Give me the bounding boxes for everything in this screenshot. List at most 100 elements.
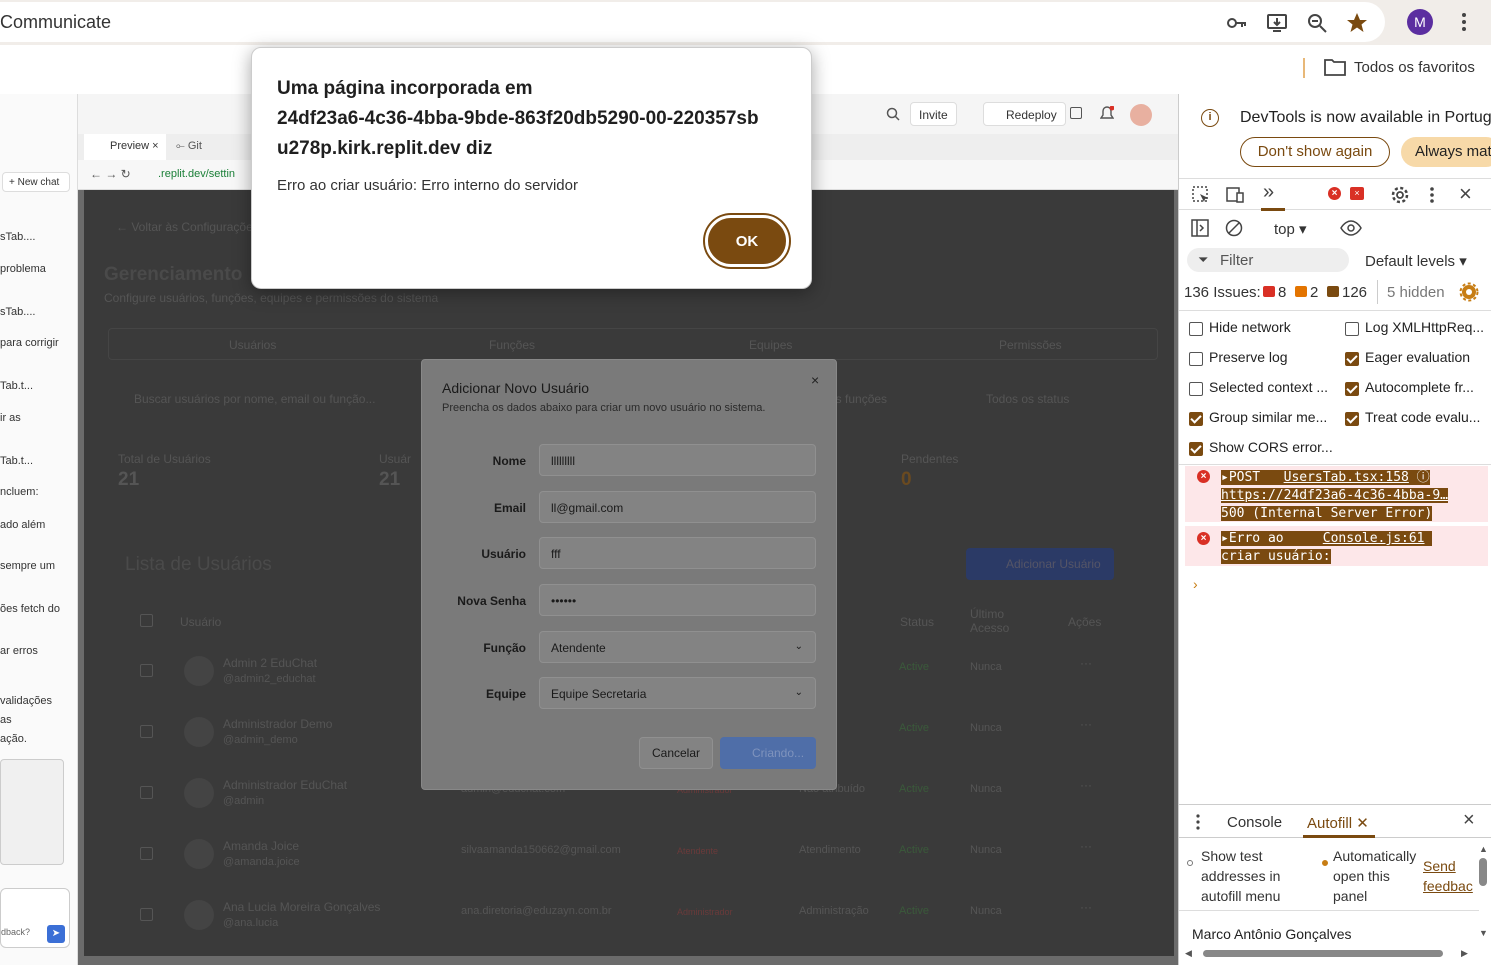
request-url-link[interactable]: https://24df23a6-4c36-4bba-9…: [1221, 488, 1448, 503]
filter-input[interactable]: ⏷ Filter: [1187, 248, 1349, 272]
inspect-element-icon[interactable]: [1191, 185, 1211, 205]
close-icon[interactable]: ×: [811, 372, 819, 388]
sidebar-toggle-icon[interactable]: [1191, 219, 1209, 237]
preview-url[interactable]: .replit.dev/settin: [158, 168, 235, 180]
row-checkbox[interactable]: [140, 847, 153, 860]
issues-error-count[interactable]: 8: [1278, 284, 1286, 301]
setting-checkbox[interactable]: [1345, 382, 1359, 396]
setting-checkbox[interactable]: [1345, 352, 1359, 366]
row-checkbox[interactable]: [140, 908, 153, 921]
search-icon[interactable]: [886, 107, 900, 121]
scroll-down-icon[interactable]: ▼: [1479, 928, 1488, 938]
setting-label[interactable]: Selected context ...: [1209, 379, 1328, 395]
row-actions-icon[interactable]: ···: [1080, 717, 1092, 731]
address-bar[interactable]: [0, 2, 1385, 42]
console-prompt-icon[interactable]: ›: [1193, 576, 1198, 592]
setting-label[interactable]: Log XMLHttpReq...: [1365, 319, 1484, 335]
drawer-tab-autofill[interactable]: Autofill ✕: [1307, 814, 1369, 832]
source-link-console[interactable]: Console.js:61: [1322, 531, 1425, 546]
nav-arrows-icon[interactable]: ← → ↻: [90, 167, 131, 181]
drawer-tab-console[interactable]: Console: [1227, 814, 1282, 831]
row-actions-icon[interactable]: ···: [1080, 656, 1092, 670]
layout-icon[interactable]: [1070, 107, 1082, 119]
row-checkbox[interactable]: [140, 725, 153, 738]
setting-label[interactable]: Eager evaluation: [1365, 349, 1470, 365]
tab-users[interactable]: Usuários: [229, 338, 276, 352]
chat-input[interactable]: dback? ➤: [0, 888, 70, 948]
show-test-addresses-label[interactable]: Show test addresses in autofill menu: [1201, 846, 1311, 906]
issues-info-count[interactable]: 126: [1342, 284, 1367, 301]
console-error-message-2[interactable]: × ▸Erro ao Console.js:61 criar usuário:: [1185, 526, 1488, 566]
clear-console-icon[interactable]: [1225, 219, 1243, 237]
setting-checkbox[interactable]: [1189, 322, 1203, 336]
new-chat-button[interactable]: + New chat: [2, 172, 70, 192]
row-checkbox[interactable]: [140, 786, 153, 799]
setting-label[interactable]: Preserve log: [1209, 349, 1288, 365]
role-filter[interactable]: as funções: [829, 392, 887, 406]
setting-checkbox[interactable]: [1189, 382, 1203, 396]
name-field[interactable]: lllllllll: [539, 444, 816, 476]
more-tabs-icon[interactable]: »: [1263, 181, 1274, 204]
issues-error-icon[interactable]: [1263, 286, 1275, 297]
send-feedback-link[interactable]: Send feedbac: [1423, 856, 1475, 896]
select-all-checkbox[interactable]: [140, 614, 153, 627]
redeploy-button[interactable]: Redeploy: [983, 102, 1066, 126]
tab-roles[interactable]: Funções: [489, 338, 535, 352]
horizontal-scrollbar[interactable]: ◀ ▶: [1185, 948, 1475, 958]
setting-label[interactable]: Autocomplete fr...: [1365, 379, 1474, 395]
auto-open-label[interactable]: Automatically open this panel: [1333, 846, 1421, 906]
bell-icon[interactable]: [1100, 106, 1114, 122]
context-selector[interactable]: top ▾: [1274, 220, 1307, 238]
issues-info-icon[interactable]: [1327, 286, 1339, 297]
search-users-input[interactable]: Buscar usuários por nome, email ou funçã…: [134, 392, 375, 406]
ok-button[interactable]: OK: [705, 215, 789, 267]
status-filter[interactable]: Todos os status: [986, 392, 1069, 406]
creating-button[interactable]: Criando...: [720, 737, 816, 769]
install-app-icon[interactable]: [1266, 12, 1288, 34]
table-row[interactable]: Ana Lucia Moreira Gonçalves @ana.lucia ana…: [84, 896, 1174, 946]
key-icon[interactable]: [1226, 12, 1248, 34]
settings-gear-icon[interactable]: [1390, 185, 1410, 205]
tab-permissions[interactable]: Permissões: [999, 338, 1062, 352]
device-toolbar-icon[interactable]: [1225, 185, 1245, 205]
tab-teams[interactable]: Equipes: [749, 338, 792, 352]
all-bookmarks-link[interactable]: Todos os favoritos: [1354, 59, 1475, 76]
close-devtools-icon[interactable]: ×: [1459, 181, 1472, 207]
devtools-menu-icon[interactable]: [1428, 185, 1436, 205]
setting-checkbox[interactable]: [1189, 412, 1203, 426]
tab-git[interactable]: ⟜ Git: [176, 140, 202, 153]
always-match-button[interactable]: Always mat: [1401, 137, 1491, 167]
console-error-message[interactable]: × ▸POST UsersTab.tsx:158 ⓘ https://24df2…: [1185, 466, 1488, 522]
close-drawer-icon[interactable]: ×: [1463, 809, 1475, 832]
email-field[interactable]: ll@gmail.com: [539, 491, 816, 523]
source-link-userstab[interactable]: UsersTab.tsx:158: [1283, 470, 1409, 485]
error-text-2[interactable]: ▸Erro ao Console.js:61 criar usuário:: [1221, 530, 1433, 566]
user-avatar[interactable]: [1130, 104, 1152, 126]
expand-arrow-icon[interactable]: ▸: [1221, 470, 1229, 485]
drawer-menu-icon[interactable]: [1195, 813, 1201, 831]
setting-checkbox[interactable]: [1345, 412, 1359, 426]
invite-button[interactable]: Invite: [910, 102, 957, 126]
row-checkbox[interactable]: [140, 664, 153, 677]
send-icon[interactable]: ➤: [47, 925, 65, 943]
screenshot-thumbnail[interactable]: [0, 759, 64, 865]
row-actions-icon[interactable]: ···: [1080, 900, 1092, 914]
setting-checkbox[interactable]: [1345, 322, 1359, 336]
setting-label[interactable]: Hide network: [1209, 319, 1291, 335]
role-select[interactable]: Atendente ⌄: [539, 631, 816, 663]
radio-show-test-addresses[interactable]: [1187, 860, 1193, 866]
setting-checkbox[interactable]: [1189, 352, 1203, 366]
issues-icon[interactable]: ×: [1350, 187, 1364, 200]
issues-warning-icon[interactable]: [1295, 286, 1307, 297]
add-user-button[interactable]: Adicionar Usuário: [966, 548, 1114, 580]
error-count-icon[interactable]: ×: [1328, 187, 1341, 200]
issues-warning-count[interactable]: 2: [1310, 284, 1318, 301]
profile-avatar[interactable]: M: [1407, 9, 1433, 35]
setting-label[interactable]: Group similar me...: [1209, 409, 1327, 425]
console-settings-icon[interactable]: [1459, 282, 1479, 302]
radio-auto-open[interactable]: [1322, 860, 1328, 866]
setting-label[interactable]: Treat code evalu...: [1365, 409, 1480, 425]
back-link[interactable]: ← Voltar às Configurações: [116, 220, 259, 234]
team-select[interactable]: Equipe Secretaria ⌄: [539, 677, 816, 709]
error-text[interactable]: ▸POST UsersTab.tsx:158 ⓘ https://24df23a…: [1221, 469, 1448, 523]
